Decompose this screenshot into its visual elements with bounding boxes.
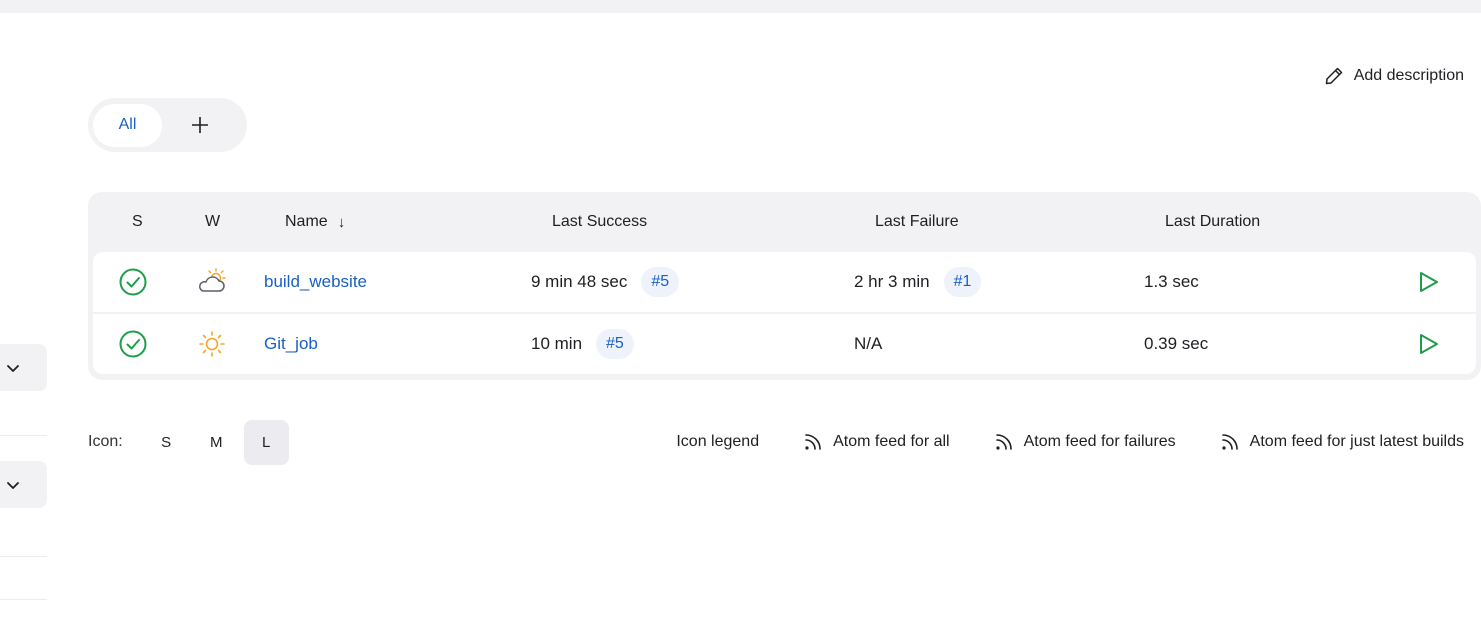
- atom-feed-all-label: Atom feed for all: [833, 433, 950, 450]
- chevron-down-icon: [7, 364, 19, 372]
- last-success-cell: 9 min 48 sec #5: [531, 252, 680, 312]
- sidebar-collapse-toggle-1[interactable]: [0, 344, 47, 391]
- partly-cloudy-icon: [199, 268, 226, 292]
- column-status[interactable]: S: [132, 192, 143, 252]
- column-last-duration[interactable]: Last Duration: [1165, 192, 1260, 252]
- sort-arrow-icon: ↓: [337, 213, 346, 231]
- job-name-cell: build_website: [264, 252, 367, 312]
- column-weather[interactable]: W: [205, 192, 220, 252]
- build-badge[interactable]: #5: [641, 267, 680, 297]
- atom-feed-latest-label: Atom feed for just latest builds: [1249, 433, 1464, 450]
- tab-all[interactable]: All: [93, 103, 162, 147]
- sunny-icon: [199, 331, 225, 357]
- job-link-git-job[interactable]: Git_job: [264, 334, 318, 354]
- rss-icon: [805, 434, 821, 450]
- last-failure-time: 2 hr 3 min: [854, 272, 930, 291]
- add-description-label: Add description: [1353, 67, 1464, 84]
- success-check-icon: [119, 268, 147, 296]
- plus-icon: [191, 117, 208, 133]
- view-tabs: All: [88, 98, 247, 152]
- icon-size-label: Icon:: [88, 433, 123, 450]
- table-row: build_website 9 min 48 sec #5 2 hr 3 min…: [93, 252, 1476, 312]
- last-duration-cell: 1.3 sec: [1144, 272, 1199, 291]
- last-success-cell: 10 min #5: [531, 314, 634, 374]
- job-name-cell: Git_job: [264, 314, 318, 374]
- last-failure-cell: N/A: [854, 334, 883, 353]
- icon-size-selector: Icon: S M L: [88, 419, 289, 465]
- rss-icon: [1221, 434, 1238, 450]
- atom-feed-all-link[interactable]: Atom feed for all: [803, 432, 950, 452]
- footer-links: Icon legend Atom feed for all Atom feed …: [676, 428, 1464, 456]
- atom-feed-failures-link[interactable]: Atom feed for failures: [994, 432, 1176, 452]
- add-description-button[interactable]: Add description: [1324, 64, 1464, 88]
- success-check-icon: [119, 330, 147, 358]
- status-cell: [118, 314, 148, 374]
- projects-table: S W Name ↓ Last Success Last Failure Las…: [88, 192, 1481, 380]
- sidebar-divider: [0, 556, 47, 557]
- sidebar-divider: [0, 599, 47, 600]
- last-failure-cell: 2 hr 3 min #1: [854, 252, 982, 312]
- sidebar-divider: [0, 435, 47, 436]
- build-badge[interactable]: #5: [596, 329, 634, 359]
- icon-legend-label: Icon legend: [676, 433, 760, 450]
- icon-size-l[interactable]: L: [243, 419, 289, 465]
- last-duration-cell: 0.39 sec: [1144, 334, 1209, 353]
- pencil-icon: [1325, 67, 1342, 85]
- schedule-build-button[interactable]: [1416, 252, 1440, 312]
- play-icon: [1420, 272, 1438, 292]
- icon-size-s[interactable]: S: [144, 420, 189, 465]
- table-row: Git_job 10 min #5 N/A 0.39 sec: [93, 314, 1476, 374]
- atom-feed-failures-label: Atom feed for failures: [1023, 433, 1176, 450]
- column-name-label: Name: [285, 213, 328, 230]
- last-success-time: 9 min 48 sec: [531, 272, 628, 291]
- column-name[interactable]: Name ↓: [285, 192, 345, 252]
- table-header: S W Name ↓ Last Success Last Failure Las…: [88, 192, 1481, 252]
- job-link-build-website[interactable]: build_website: [264, 272, 367, 292]
- column-last-success[interactable]: Last Success: [552, 192, 647, 252]
- sidebar-collapse-toggle-2[interactable]: [0, 461, 47, 508]
- add-view-button[interactable]: [162, 104, 237, 147]
- icon-size-m[interactable]: M: [194, 420, 239, 465]
- rss-icon: [995, 434, 1012, 450]
- chevron-down-icon: [7, 481, 19, 489]
- top-bar: [0, 0, 1481, 13]
- icon-legend-link[interactable]: Icon legend: [676, 433, 759, 451]
- last-success-time: 10 min: [531, 334, 583, 353]
- weather-cell: [196, 252, 228, 312]
- weather-cell: [197, 314, 227, 374]
- status-cell: [118, 252, 148, 312]
- play-icon: [1420, 334, 1438, 354]
- column-last-failure[interactable]: Last Failure: [875, 192, 959, 252]
- atom-feed-latest-link[interactable]: Atom feed for just latest builds: [1220, 432, 1464, 452]
- schedule-build-button[interactable]: [1416, 314, 1440, 374]
- build-badge[interactable]: #1: [943, 267, 982, 297]
